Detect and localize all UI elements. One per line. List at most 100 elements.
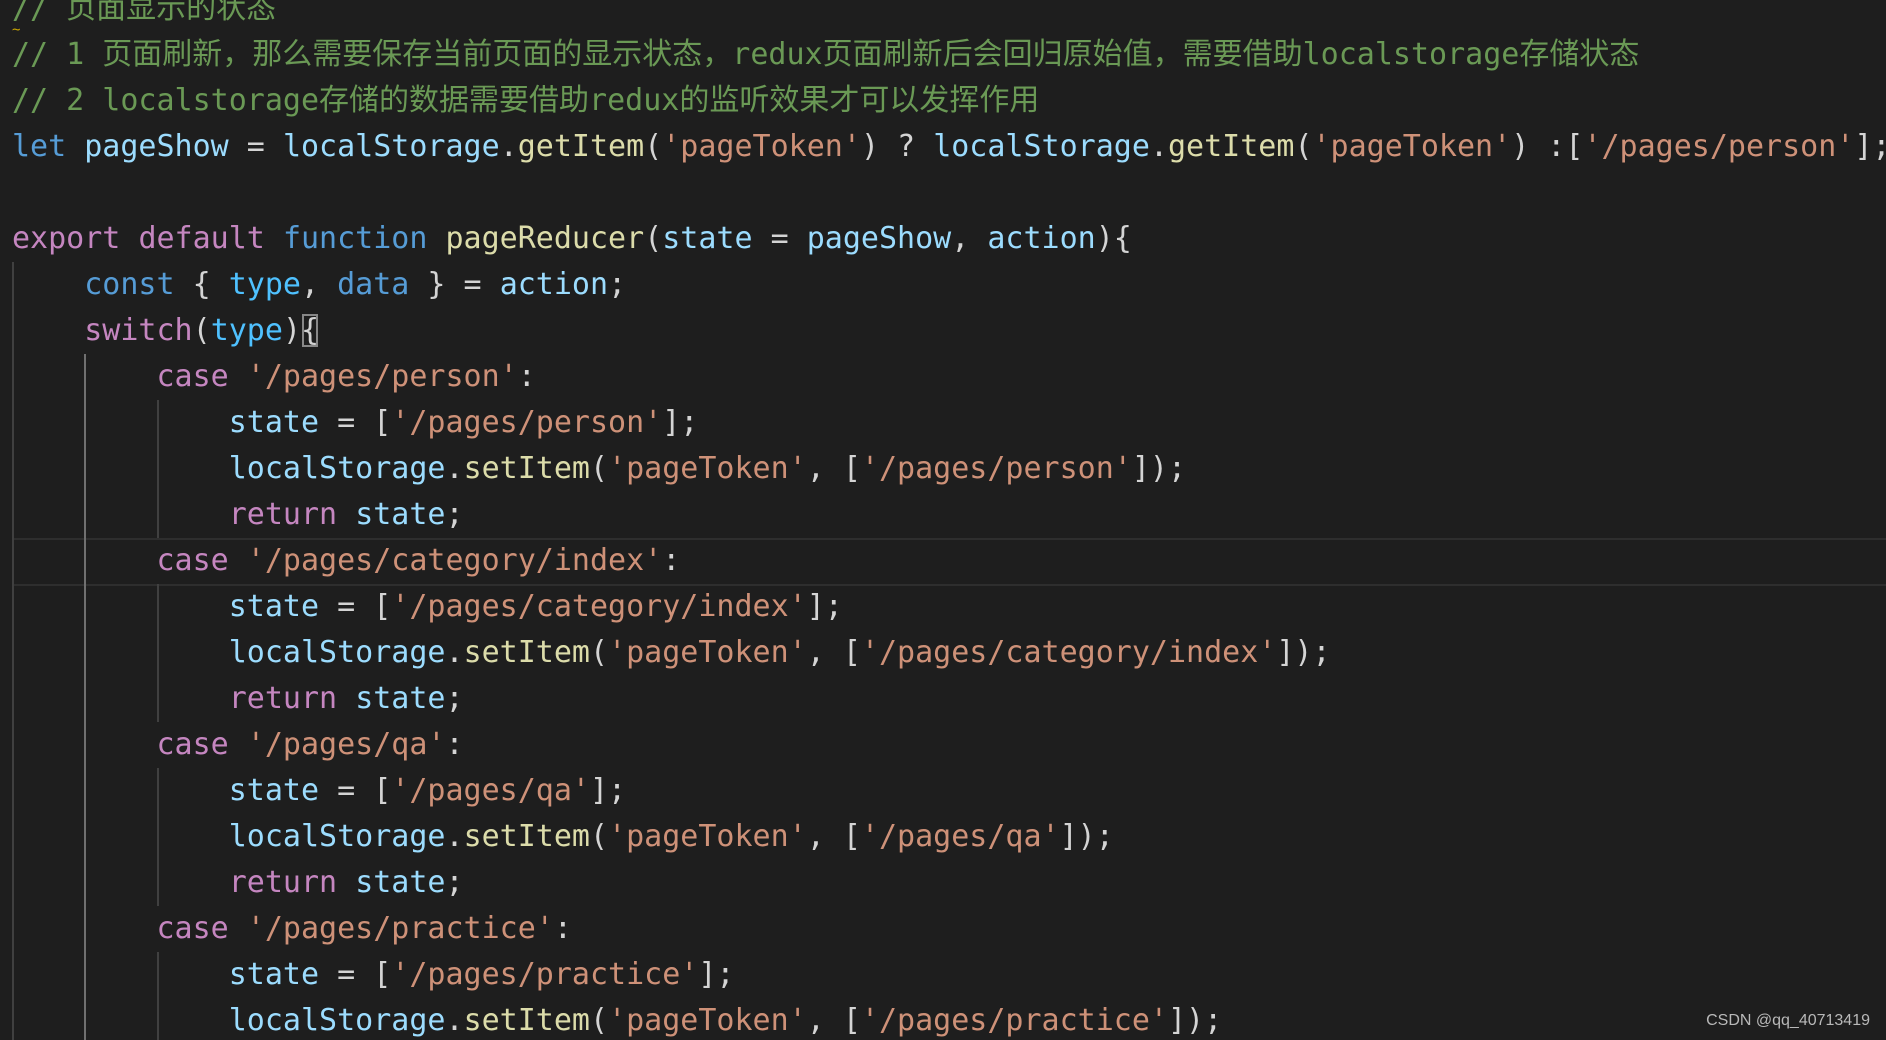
code-line[interactable]: return state; [0,860,1886,906]
code-token: // 页面显示的状态 [12,0,277,26]
code-token: pageShow [84,129,229,164]
code-token: state [228,773,320,808]
code-token: state [355,865,446,900]
code-line[interactable]: return state; [0,676,1886,722]
code-line[interactable]: state = ['/pages/person']; [0,400,1886,446]
code-line[interactable]: case '/pages/practice': [0,906,1886,952]
code-line[interactable]: state = ['/pages/practice']; [0,952,1886,998]
code-line[interactable]: localStorage.setItem('pageToken', ['/pag… [0,814,1886,860]
code-text: localStorage.setItem('pageToken', ['/pag… [12,814,1114,860]
code-token: : [662,543,681,578]
code-line[interactable]: // 页面显示的状态 ~ [0,0,1886,37]
code-token: = [ [319,405,392,440]
code-token: // 2 localstorage存储的数据需要借助redux的监听效果才可以发… [12,83,1040,118]
code-token: state [228,405,320,440]
code-token: 'pageToken' [608,451,807,486]
code-token: localStorage [228,819,446,854]
code-token: ]; [806,589,843,624]
code-token: state [228,957,320,992]
code-line[interactable]: localStorage.setItem('pageToken', ['/pag… [0,446,1886,492]
code-token: action [987,221,1096,256]
code-token: type [228,267,301,302]
code-line[interactable]: const { type, data } = action; [0,262,1886,308]
code-token: ) :[ [1511,129,1584,164]
code-text: state = ['/pages/practice']; [12,952,735,998]
code-token: } = [409,267,500,302]
code-token: setItem [463,451,590,486]
code-text: localStorage.setItem('pageToken', ['/pag… [12,630,1331,676]
code-line[interactable]: case '/pages/person': [0,354,1886,400]
code-text: case '/pages/practice': [12,906,572,952]
code-line[interactable]: localStorage.setItem('pageToken', ['/pag… [0,630,1886,676]
code-token: pageShow [806,221,952,256]
code-text: export default function pageReducer(stat… [12,216,1132,262]
code-line[interactable]: state = ['/pages/qa']; [0,768,1886,814]
code-text: return state; [12,860,464,906]
code-token: , [301,267,338,302]
code-token: '/pages/qa' [860,819,1060,854]
code-token: . [1149,129,1168,164]
code-token: let [12,129,67,164]
code-token: '/pages/person' [246,359,518,394]
code-token: ( [644,221,663,256]
code-line[interactable]: case '/pages/category/index': [0,538,1886,586]
code-token: ( [1294,129,1313,164]
code-line[interactable]: // 2 localstorage存储的数据需要借助redux的监听效果才可以发… [0,78,1886,124]
code-token: switch [84,313,193,348]
code-token: '/pages/person' [391,405,663,440]
code-token: localStorage [933,129,1150,164]
code-token: , [ [806,451,861,486]
code-token: setItem [463,819,590,854]
code-token: '/pages/person' [860,451,1132,486]
code-token: ; [608,267,627,302]
code-token: // 1 页面刷新，那么需要保存当前页面的显示状态，redux页面刷新后会回归原… [12,37,1640,72]
code-token: 'pageToken' [1312,129,1512,164]
code-token: '/pages/practice' [391,957,699,992]
code-text: localStorage.setItem('pageToken', ['/pag… [12,998,1222,1040]
code-token: 'pageToken' [608,1003,807,1038]
code-token: 'pageToken' [608,635,807,670]
code-line[interactable]: // 1 页面刷新，那么需要保存当前页面的显示状态，redux页面刷新后会回归原… [0,32,1886,78]
code-token: localStorage [228,1003,446,1038]
code-line[interactable] [0,170,1886,216]
code-text: state = ['/pages/category/index']; [12,584,843,630]
code-token: , [ [806,1003,861,1038]
code-text: return state; [12,676,464,722]
code-line[interactable]: return state; [0,492,1886,538]
code-token: return [228,681,338,716]
code-line[interactable]: switch(type){ [0,308,1886,354]
code-token: { [174,267,229,302]
code-token: case [156,543,229,578]
code-token: ( [590,451,609,486]
code-token: '/pages/qa' [246,727,446,762]
code-line[interactable]: case '/pages/qa': [0,722,1886,768]
code-editor[interactable]: // 页面显示的状态 ~// 1 页面刷新，那么需要保存当前页面的显示状态，red… [0,0,1886,1040]
code-token: : [553,911,572,946]
code-line[interactable]: let pageShow = localStorage.getItem('pag… [0,124,1886,170]
code-token: ; [445,865,464,900]
code-token: ]); [1059,819,1114,854]
code-token: setItem [463,1003,590,1038]
watermark: CSDN @qq_40713419 [1706,1012,1870,1029]
code-text: const { type, data } = action; [12,262,626,308]
code-line[interactable]: export default function pageReducer(stat… [0,216,1886,262]
code-token: ( [590,1003,609,1038]
code-line[interactable]: localStorage.setItem('pageToken', ['/pag… [0,998,1886,1040]
code-token: . [445,635,464,670]
code-token: '/pages/category/index' [246,543,663,578]
code-token: state [228,589,320,624]
code-token: ){ [1095,221,1132,256]
code-line[interactable]: state = ['/pages/category/index']; [0,584,1886,630]
code-token: '/pages/practice' [860,1003,1168,1038]
